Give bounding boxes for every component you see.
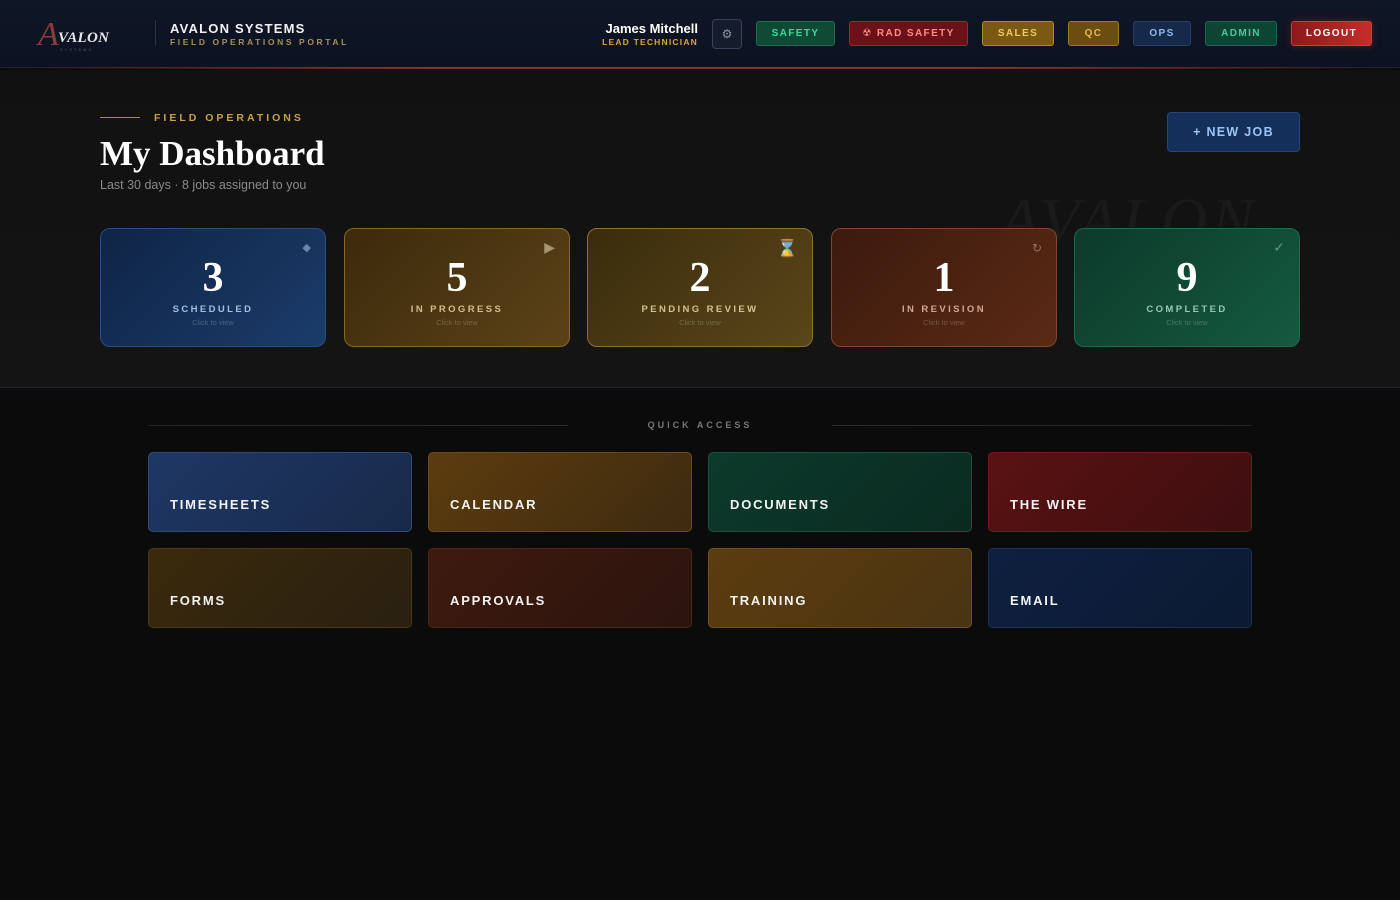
stat-card-in-progress[interactable]: ▶ 5 IN PROGRESS Click to view (344, 228, 570, 347)
nav-sales-button[interactable]: SALES (982, 21, 1054, 46)
stat-card-completed[interactable]: ✓ 9 COMPLETED Click to view (1074, 228, 1300, 347)
stat-count: 2 (689, 255, 711, 301)
play-icon: ▶ (544, 239, 555, 255)
top-navigation-bar: A VALON SYSTEMS AVALON SYSTEMS FIELD OPE… (0, 0, 1400, 69)
logo-letter: A (38, 16, 59, 53)
dashboard-hero: AVALON FIELD OPERATIONS My Dashboard Las… (0, 70, 1400, 388)
tile-forms[interactable]: FORMS (148, 548, 412, 628)
new-job-button[interactable]: + NEW JOB (1167, 112, 1300, 152)
stat-label: IN PROGRESS (410, 304, 504, 315)
page-title: My Dashboard (100, 134, 325, 173)
nav-rad-safety-button[interactable]: ☢ RAD SAFETY (849, 21, 968, 46)
section-eyebrow: FIELD OPERATIONS (154, 112, 304, 124)
stat-hint: Click to view (192, 318, 234, 327)
logo-subtext: SYSTEMS (60, 47, 94, 52)
brand-title: AVALON SYSTEMS (170, 21, 306, 36)
brand-divider (155, 20, 156, 46)
nav-admin-button[interactable]: ADMIN (1205, 21, 1277, 46)
stat-count: 1 (933, 255, 955, 301)
tile-label: TRAINING (730, 593, 808, 608)
tile-label: DOCUMENTS (730, 497, 830, 512)
tile-label: EMAIL (1010, 593, 1060, 608)
tile-label: APPROVALS (450, 593, 547, 608)
user-role: LEAD TECHNICIAN (602, 37, 698, 47)
nav-safety-button[interactable]: SAFETY (756, 21, 835, 46)
tile-training[interactable]: TRAINING (708, 548, 972, 628)
stat-label: COMPLETED (1146, 304, 1228, 315)
settings-button[interactable]: ⚙ (712, 19, 742, 49)
tile-label: THE WIRE (1010, 497, 1088, 512)
stat-card-in-revision[interactable]: ↻ 1 IN REVISION Click to view (831, 228, 1057, 347)
tile-label: TIMESHEETS (170, 497, 272, 512)
stat-card-scheduled[interactable]: ◆ 3 SCHEDULED Click to view (100, 228, 326, 347)
eyebrow-divider (100, 117, 140, 118)
brand-subtitle: FIELD OPERATIONS PORTAL (170, 37, 349, 47)
logo-word: VALON (58, 30, 110, 46)
nav-qc-button[interactable]: QC (1068, 21, 1119, 46)
quick-access-divider-right (832, 425, 1252, 426)
tile-email[interactable]: EMAIL (988, 548, 1252, 628)
tile-documents[interactable]: DOCUMENTS (708, 452, 972, 532)
refresh-icon: ↻ (1031, 241, 1042, 255)
tile-label: FORMS (170, 593, 226, 608)
nav-ops-button[interactable]: OPS (1133, 21, 1191, 46)
tile-calendar[interactable]: CALENDAR (428, 452, 692, 532)
stat-label: SCHEDULED (172, 304, 254, 315)
tile-label: CALENDAR (450, 497, 538, 512)
user-name: James Mitchell (605, 21, 699, 36)
stat-hint: Click to view (923, 318, 965, 327)
avalon-logo[interactable]: A VALON SYSTEMS (38, 16, 118, 54)
stat-hint: Click to view (679, 318, 721, 327)
gear-icon: ⚙ (721, 27, 733, 41)
stat-card-pending-review[interactable]: ⌛ 2 PENDING REVIEW Click to view (587, 228, 813, 347)
tile-approvals[interactable]: APPROVALS (428, 548, 692, 628)
stat-count: 9 (1176, 255, 1198, 301)
diamond-icon: ◆ (302, 242, 311, 254)
stat-hint: Click to view (436, 318, 478, 327)
check-icon: ✓ (1273, 239, 1285, 255)
stat-label: PENDING REVIEW (641, 304, 759, 315)
tile-the-wire[interactable]: THE WIRE (988, 452, 1252, 532)
page-subtitle: Last 30 days · 8 jobs assigned to you (100, 178, 307, 192)
tile-timesheets[interactable]: TIMESHEETS (148, 452, 412, 532)
logout-button[interactable]: LOGOUT (1291, 21, 1372, 46)
stat-hint: Click to view (1166, 318, 1208, 327)
stat-count: 5 (446, 255, 468, 301)
stat-count: 3 (202, 255, 224, 301)
stat-label: IN REVISION (902, 304, 986, 315)
